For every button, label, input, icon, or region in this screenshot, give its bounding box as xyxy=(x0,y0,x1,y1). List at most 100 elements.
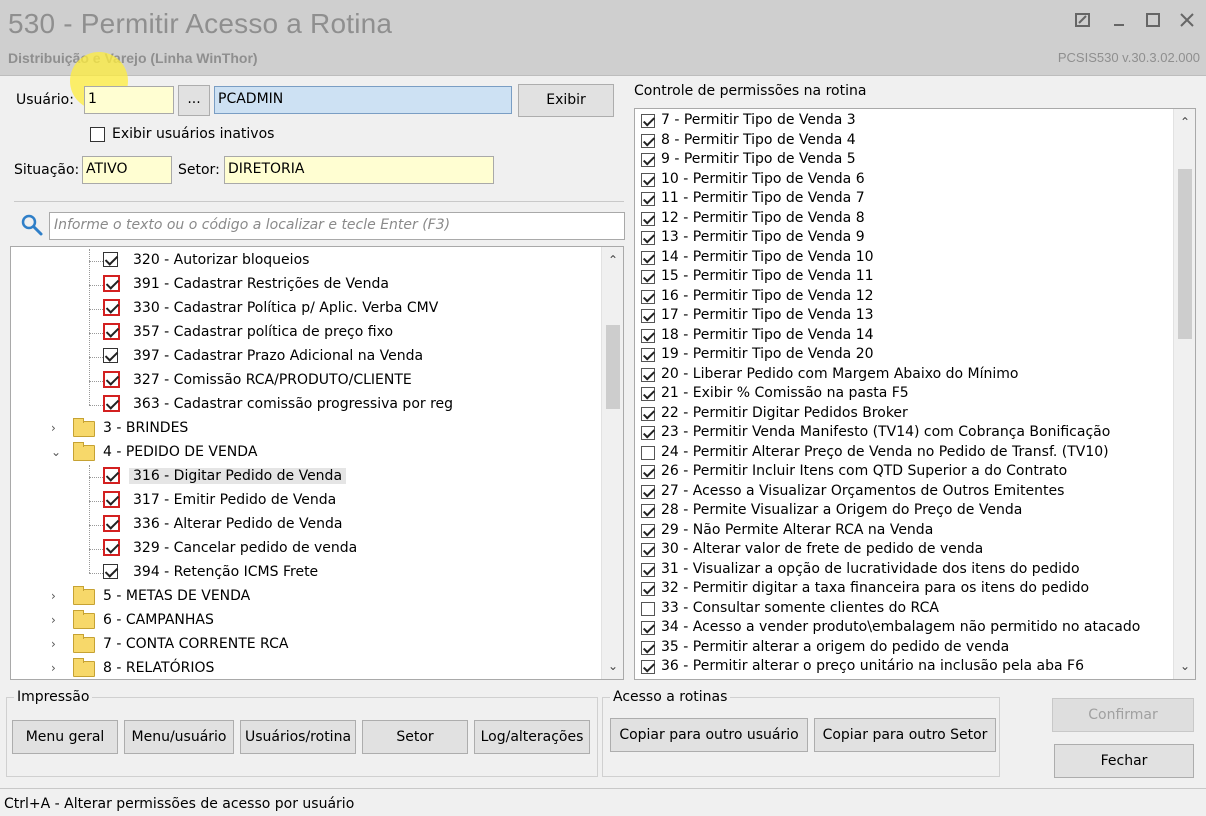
expand-right-icon[interactable]: › xyxy=(51,421,56,435)
permission-checkbox[interactable] xyxy=(641,660,655,674)
tree-item-checkbox[interactable] xyxy=(103,347,118,363)
permissions-scrollbar[interactable]: ⌃ ⌄ xyxy=(1173,109,1195,679)
menu-usuario-button[interactable]: Menu/usuário xyxy=(124,720,234,754)
setor-button[interactable]: Setor xyxy=(362,720,468,754)
permission-checkbox[interactable] xyxy=(641,621,655,635)
maximize-icon[interactable] xyxy=(1138,10,1168,34)
permission-checkbox[interactable] xyxy=(641,250,655,265)
tree-item[interactable]: 394 - Retenção ICMS Frete xyxy=(11,561,601,585)
tree-folder-item[interactable]: › 5 - METAS DE VENDA xyxy=(11,585,601,609)
tree-folder-item[interactable]: › 3 - BRINDES xyxy=(11,417,601,441)
permission-checkbox[interactable] xyxy=(641,582,655,596)
permission-checkbox[interactable] xyxy=(641,114,655,128)
tree-item[interactable]: 391 - Cadastrar Restrições de Venda xyxy=(11,273,601,297)
permission-checkbox[interactable] xyxy=(641,270,655,284)
permission-checkbox[interactable] xyxy=(641,133,655,148)
inativos-checkbox-row[interactable]: Exibir usuários inativos xyxy=(90,126,274,142)
tree-item-checkbox[interactable] xyxy=(103,371,120,388)
scroll-down-icon[interactable]: ⌄ xyxy=(602,655,623,677)
tree-item[interactable]: 320 - Autorizar bloqueios xyxy=(11,249,601,273)
permission-checkbox[interactable] xyxy=(641,153,655,167)
perm-scroll-up-icon[interactable]: ⌃ xyxy=(1174,111,1195,133)
tree-folder-item[interactable]: ⌄ 4 - PEDIDO DE VENDA xyxy=(11,441,601,465)
expand-right-icon[interactable]: › xyxy=(51,661,56,675)
tree-scrollbar[interactable]: ⌃ ⌄ xyxy=(601,247,623,679)
permission-checkbox[interactable] xyxy=(641,172,655,187)
expand-right-icon[interactable]: › xyxy=(51,613,56,627)
browse-user-button[interactable]: ... xyxy=(178,85,210,116)
permission-checkbox[interactable] xyxy=(641,523,655,538)
permission-checkbox[interactable] xyxy=(641,289,655,304)
minimize-icon[interactable] xyxy=(1104,10,1134,34)
tree-item-checkbox[interactable] xyxy=(103,323,120,340)
tree-item[interactable]: 329 - Cancelar pedido de venda xyxy=(11,537,601,561)
permission-checkbox[interactable] xyxy=(641,387,655,401)
tree-item-label: 330 - Cadastrar Política p/ Aplic. Verba… xyxy=(133,300,439,316)
search-input[interactable]: Informe o texto ou o código a localizar … xyxy=(49,212,625,240)
permission-checkbox[interactable] xyxy=(641,192,655,206)
permission-checkbox[interactable] xyxy=(641,231,655,245)
scroll-up-icon[interactable]: ⌃ xyxy=(602,249,623,271)
perm-scroll-down-icon[interactable]: ⌄ xyxy=(1174,655,1195,677)
tree-item-checkbox[interactable] xyxy=(103,539,120,556)
inativos-checkbox[interactable] xyxy=(90,126,105,142)
permission-checkbox[interactable] xyxy=(641,406,655,421)
tree-item[interactable]: 327 - Comissão RCA/PRODUTO/CLIENTE xyxy=(11,369,601,393)
permission-checkbox[interactable] xyxy=(641,367,655,382)
restore-tool-icon[interactable] xyxy=(1068,10,1098,34)
permission-checkbox[interactable] xyxy=(641,484,655,499)
permission-checkbox[interactable] xyxy=(641,640,655,655)
permission-checkbox[interactable] xyxy=(641,211,655,226)
tree-folder-item[interactable]: › 8 - RELATÓRIOS xyxy=(11,657,601,679)
tree-item[interactable]: 363 - Cadastrar comissão progressiva por… xyxy=(11,393,601,417)
permission-label: 34 - Acesso a vender produto\embalagem n… xyxy=(661,619,1141,635)
tree-scroll-thumb[interactable] xyxy=(606,325,620,409)
permission-checkbox[interactable] xyxy=(641,445,655,460)
permissions-list[interactable]: ⌃ ⌄ 7 - Permitir Tipo de Venda 3 8 - Perm… xyxy=(634,108,1196,680)
expand-right-icon[interactable]: › xyxy=(51,589,56,603)
permission-checkbox[interactable] xyxy=(641,543,655,557)
tree-item[interactable]: 330 - Cadastrar Política p/ Aplic. Verba… xyxy=(11,297,601,321)
permission-checkbox[interactable] xyxy=(641,348,655,362)
expand-right-icon[interactable]: › xyxy=(51,637,56,651)
tree-item[interactable]: 316 - Digitar Pedido de Venda xyxy=(11,465,601,489)
permission-label: 20 - Liberar Pedido com Margem Abaixo do… xyxy=(661,365,1019,382)
tree-item-checkbox[interactable] xyxy=(103,275,120,292)
tree-item-checkbox[interactable] xyxy=(103,467,120,484)
copiar-setor-button[interactable]: Copiar para outro Setor xyxy=(814,718,996,752)
tree-item[interactable]: 336 - Alterar Pedido de Venda xyxy=(11,513,601,537)
usuarios-rotina-button[interactable]: Usuários/rotina xyxy=(240,720,356,754)
tree-item-checkbox[interactable] xyxy=(103,395,120,412)
tree-item-checkbox[interactable] xyxy=(103,251,118,267)
permission-checkbox[interactable] xyxy=(641,504,655,518)
exibir-button[interactable]: Exibir xyxy=(518,84,614,117)
close-icon[interactable] xyxy=(1172,10,1202,34)
copiar-usuario-button[interactable]: Copiar para outro usuário xyxy=(610,718,808,752)
perm-scroll-thumb[interactable] xyxy=(1178,169,1192,339)
fechar-button[interactable]: Fechar xyxy=(1054,744,1194,778)
expand-down-icon[interactable]: ⌄ xyxy=(51,445,61,459)
log-alteracoes-button[interactable]: Log/alterações xyxy=(474,720,590,754)
permission-checkbox[interactable] xyxy=(641,562,655,577)
tree-item[interactable]: 357 - Cadastrar política de preço fixo xyxy=(11,321,601,345)
confirmar-button[interactable]: Confirmar xyxy=(1052,698,1194,732)
usuario-input[interactable]: 1 xyxy=(84,86,174,114)
routine-tree[interactable]: ⌃ ⌄ 320 - Autorizar bloqueios 391 - Cadas… xyxy=(10,246,624,680)
tree-item-checkbox[interactable] xyxy=(103,299,120,316)
tree-item[interactable]: 397 - Cadastrar Prazo Adicional na Venda xyxy=(11,345,601,369)
tree-item-checkbox[interactable] xyxy=(103,563,118,579)
tree-item-checkbox[interactable] xyxy=(103,491,120,508)
tree-item-checkbox[interactable] xyxy=(103,515,120,532)
tree-folder-item[interactable]: › 6 - CAMPANHAS xyxy=(11,609,601,633)
permission-label: 10 - Permitir Tipo de Venda 6 xyxy=(661,170,865,187)
permission-checkbox[interactable] xyxy=(641,328,655,343)
tree-item[interactable]: 317 - Emitir Pedido de Venda xyxy=(11,489,601,513)
permission-checkbox[interactable] xyxy=(641,426,655,440)
permission-checkbox[interactable] xyxy=(641,309,655,323)
tree-item-label: 320 - Autorizar bloqueios xyxy=(133,252,310,268)
tree-folder-item[interactable]: › 7 - CONTA CORRENTE RCA xyxy=(11,633,601,657)
permission-checkbox[interactable] xyxy=(641,601,655,616)
tree-connector xyxy=(89,549,103,550)
permission-checkbox[interactable] xyxy=(641,465,655,479)
menu-geral-button[interactable]: Menu geral xyxy=(12,720,118,754)
